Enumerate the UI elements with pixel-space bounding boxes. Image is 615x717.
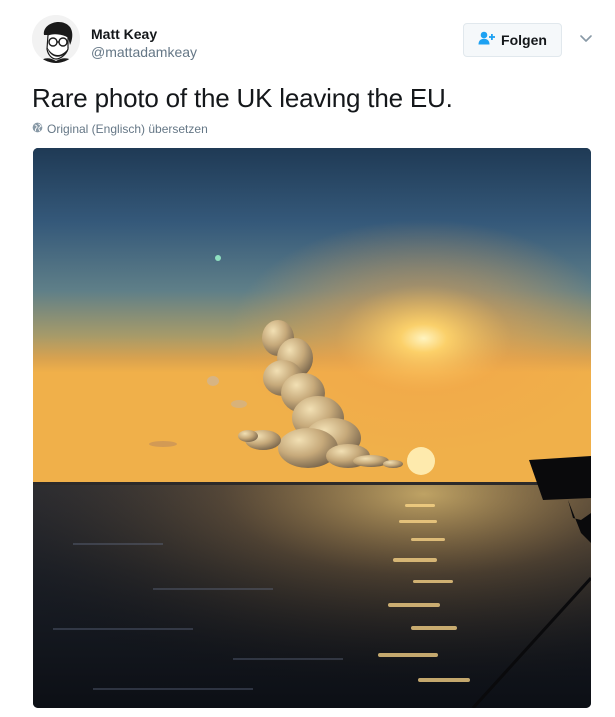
author-info[interactable]: Matt Keay @mattadamkeay (91, 25, 197, 61)
avatar-illustration (32, 15, 80, 63)
add-user-icon (478, 31, 496, 50)
globe-icon (32, 121, 43, 137)
tweet-photo[interactable] (33, 148, 591, 708)
tweet-text: Rare photo of the UK leaving the EU. (32, 83, 453, 113)
chevron-down-icon[interactable] (579, 31, 593, 45)
tweet-header: Matt Keay @mattadamkeay Folgen (32, 15, 597, 67)
user-handle[interactable]: @mattadamkeay (91, 43, 197, 61)
follow-button-label: Folgen (501, 32, 547, 48)
translate-label: Original (Englisch) übersetzen (47, 122, 208, 136)
tweet-card: Matt Keay @mattadamkeay Folgen Rare phot… (0, 0, 615, 717)
translate-link[interactable]: Original (Englisch) übersetzen (32, 121, 208, 137)
avatar[interactable] (32, 15, 80, 63)
follow-button[interactable]: Folgen (463, 23, 562, 57)
sunset-photo (33, 148, 591, 708)
display-name[interactable]: Matt Keay (91, 25, 197, 43)
